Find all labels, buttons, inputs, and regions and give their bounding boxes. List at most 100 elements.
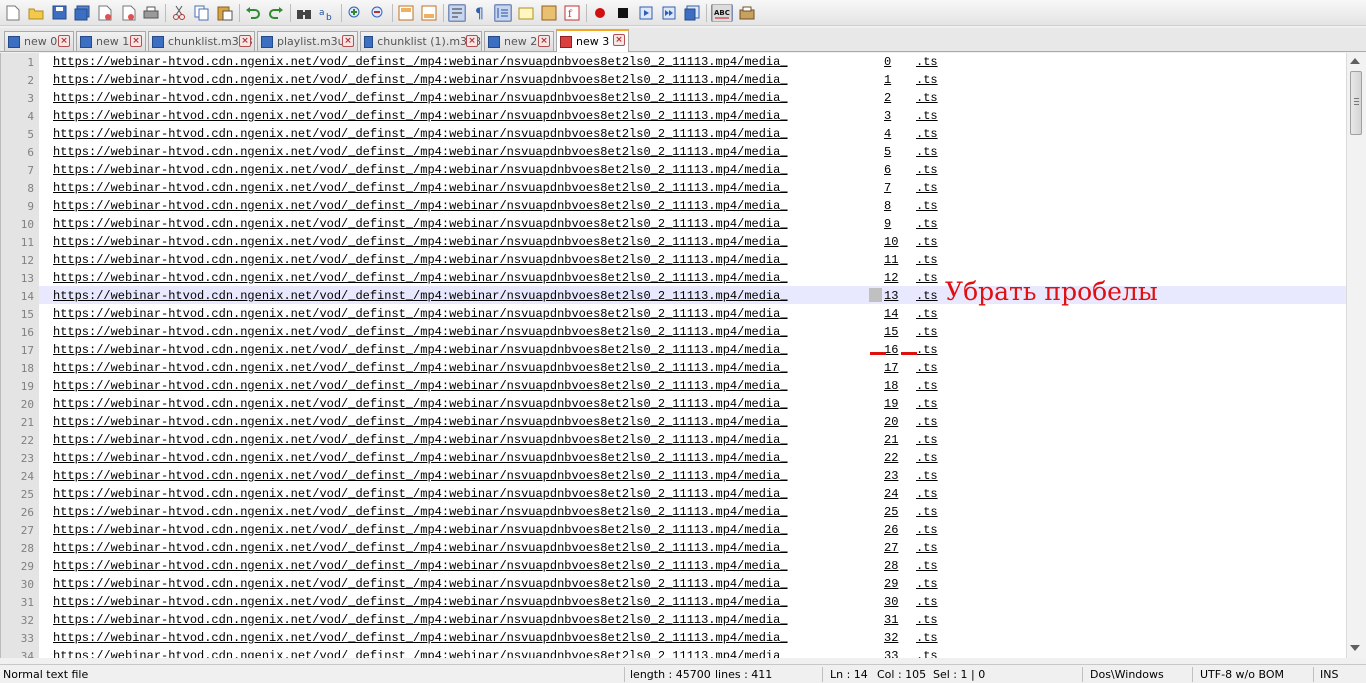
sync-vertical-icon[interactable] bbox=[397, 4, 415, 22]
segment-number: 5 bbox=[884, 145, 892, 159]
tab-close-icon[interactable]: × bbox=[239, 35, 251, 47]
open-file-icon[interactable] bbox=[27, 4, 45, 22]
text-line[interactable]: https://webinar-htvod.cdn.ngenix.net/vod… bbox=[53, 397, 938, 411]
spellcheck-icon[interactable]: ABC bbox=[711, 3, 733, 22]
tab-5[interactable]: new 2 × bbox=[484, 31, 554, 51]
text-line[interactable]: https://webinar-htvod.cdn.ngenix.net/vod… bbox=[53, 505, 938, 519]
line-number: 5 bbox=[27, 128, 34, 141]
scroll-down-arrow[interactable] bbox=[1350, 645, 1360, 651]
replace-icon[interactable]: ab bbox=[318, 4, 336, 22]
print-icon[interactable] bbox=[142, 4, 160, 22]
tab-close-icon[interactable]: × bbox=[130, 35, 142, 47]
text-line[interactable]: https://webinar-htvod.cdn.ngenix.net/vod… bbox=[53, 631, 938, 645]
tab-close-icon[interactable]: × bbox=[58, 35, 70, 47]
undo-icon[interactable] bbox=[244, 4, 262, 22]
text-line[interactable]: https://webinar-htvod.cdn.ngenix.net/vod… bbox=[53, 541, 938, 555]
close-icon[interactable] bbox=[96, 4, 114, 22]
text-line[interactable]: https://webinar-htvod.cdn.ngenix.net/vod… bbox=[53, 91, 938, 105]
save-macro-icon[interactable] bbox=[683, 4, 701, 22]
text-line[interactable]: https://webinar-htvod.cdn.ngenix.net/vod… bbox=[53, 343, 938, 357]
play-macro-icon[interactable] bbox=[637, 4, 655, 22]
tab-3[interactable]: playlist.m3u8 × bbox=[257, 31, 358, 51]
text-line[interactable]: https://webinar-htvod.cdn.ngenix.net/vod… bbox=[53, 253, 938, 267]
file-extension: .ts bbox=[916, 163, 938, 177]
text-line[interactable]: https://webinar-htvod.cdn.ngenix.net/vod… bbox=[53, 145, 938, 159]
plugin-icon[interactable] bbox=[738, 4, 756, 22]
tab-close-icon[interactable]: × bbox=[466, 35, 478, 47]
text-line[interactable]: https://webinar-htvod.cdn.ngenix.net/vod… bbox=[53, 199, 938, 213]
doc-map-icon[interactable] bbox=[540, 4, 558, 22]
indent-guide-icon[interactable] bbox=[494, 3, 512, 22]
line-number-gutter: 1 2 3 4 5 6 7 8 9 10 11 12 13 14 15 16 17 18 19 20 21 22 23 24 2… bbox=[1, 53, 39, 658]
tab-4[interactable]: chunklist (1).m3u8 × bbox=[360, 31, 482, 51]
word-wrap-icon[interactable] bbox=[448, 3, 466, 22]
vertical-scrollbar[interactable] bbox=[1346, 53, 1366, 658]
function-list-icon[interactable]: f bbox=[563, 4, 581, 22]
text-line[interactable]: https://webinar-htvod.cdn.ngenix.net/vod… bbox=[53, 361, 938, 375]
file-extension: .ts bbox=[916, 271, 938, 285]
text-line[interactable]: https://webinar-htvod.cdn.ngenix.net/vod… bbox=[53, 271, 938, 285]
zoom-out-icon[interactable] bbox=[369, 4, 387, 22]
text-line[interactable]: https://webinar-htvod.cdn.ngenix.net/vod… bbox=[53, 109, 938, 123]
segment-number: 19 bbox=[884, 397, 899, 411]
tab-6[interactable]: new 3 × bbox=[556, 29, 629, 52]
text-line[interactable]: https://webinar-htvod.cdn.ngenix.net/vod… bbox=[53, 379, 938, 393]
save-icon[interactable] bbox=[50, 4, 68, 22]
text-line[interactable]: https://webinar-htvod.cdn.ngenix.net/vod… bbox=[53, 469, 938, 483]
text-line[interactable]: https://webinar-htvod.cdn.ngenix.net/vod… bbox=[53, 289, 938, 303]
tab-close-icon[interactable]: × bbox=[613, 34, 625, 46]
url-text: https://webinar-htvod.cdn.ngenix.net/vod… bbox=[53, 217, 788, 231]
text-line[interactable]: https://webinar-htvod.cdn.ngenix.net/vod… bbox=[53, 127, 938, 141]
copy-icon[interactable] bbox=[193, 4, 211, 22]
text-line[interactable]: https://webinar-htvod.cdn.ngenix.net/vod… bbox=[53, 73, 938, 87]
file-extension: .ts bbox=[916, 487, 938, 501]
text-line[interactable]: https://webinar-htvod.cdn.ngenix.net/vod… bbox=[53, 307, 938, 321]
text-line[interactable]: https://webinar-htvod.cdn.ngenix.net/vod… bbox=[53, 55, 938, 69]
text-line[interactable]: https://webinar-htvod.cdn.ngenix.net/vod… bbox=[53, 217, 938, 231]
editor[interactable]: 1 2 3 4 5 6 7 8 9 10 11 12 13 14 15 16 17 18 19 20 21 22 23 24 2… bbox=[0, 53, 1346, 658]
text-line[interactable]: https://webinar-htvod.cdn.ngenix.net/vod… bbox=[53, 163, 938, 177]
tab-close-icon[interactable]: × bbox=[538, 35, 550, 47]
tab-0[interactable]: new 0 × bbox=[4, 31, 74, 51]
text-line[interactable]: https://webinar-htvod.cdn.ngenix.net/vod… bbox=[53, 451, 938, 465]
new-file-icon[interactable] bbox=[4, 4, 22, 22]
close-all-icon[interactable] bbox=[119, 4, 137, 22]
text-line[interactable]: https://webinar-htvod.cdn.ngenix.net/vod… bbox=[53, 613, 938, 627]
zoom-in-icon[interactable] bbox=[346, 4, 364, 22]
segment-number: 8 bbox=[884, 199, 892, 213]
text-line[interactable]: https://webinar-htvod.cdn.ngenix.net/vod… bbox=[53, 181, 938, 195]
record-macro-icon[interactable] bbox=[591, 4, 609, 22]
text-line[interactable]: https://webinar-htvod.cdn.ngenix.net/vod… bbox=[53, 487, 938, 501]
show-all-chars-icon[interactable]: ¶ bbox=[471, 4, 489, 22]
text-line[interactable]: https://webinar-htvod.cdn.ngenix.net/vod… bbox=[53, 649, 938, 658]
cut-icon[interactable] bbox=[170, 4, 188, 22]
svg-text:ABC: ABC bbox=[714, 9, 730, 17]
tab-close-icon[interactable]: × bbox=[342, 35, 354, 47]
sync-horizontal-icon[interactable] bbox=[420, 4, 438, 22]
tab-2[interactable]: chunklist.m3u8 × bbox=[148, 31, 255, 51]
toolbar-separator bbox=[443, 3, 444, 22]
paste-icon[interactable] bbox=[216, 4, 234, 22]
scroll-thumb[interactable] bbox=[1350, 71, 1362, 135]
url-text: https://webinar-htvod.cdn.ngenix.net/vod… bbox=[53, 613, 788, 627]
text-line[interactable]: https://webinar-htvod.cdn.ngenix.net/vod… bbox=[53, 595, 938, 609]
tab-1[interactable]: new 1 × bbox=[76, 31, 146, 51]
segment-number: 26 bbox=[884, 523, 899, 537]
text-line[interactable]: https://webinar-htvod.cdn.ngenix.net/vod… bbox=[53, 415, 938, 429]
status-encoding: UTF-8 w/o BOM bbox=[1200, 668, 1284, 681]
scroll-up-arrow[interactable] bbox=[1350, 58, 1360, 64]
user-lang-icon[interactable] bbox=[517, 4, 535, 22]
line-number: 7 bbox=[27, 164, 34, 177]
text-line[interactable]: https://webinar-htvod.cdn.ngenix.net/vod… bbox=[53, 235, 938, 249]
segment-number: 6 bbox=[884, 163, 892, 177]
stop-record-icon[interactable] bbox=[614, 4, 632, 22]
run-macro-multiple-icon[interactable] bbox=[660, 4, 678, 22]
save-all-icon[interactable] bbox=[73, 4, 91, 22]
text-line[interactable]: https://webinar-htvod.cdn.ngenix.net/vod… bbox=[53, 433, 938, 447]
text-line[interactable]: https://webinar-htvod.cdn.ngenix.net/vod… bbox=[53, 325, 938, 339]
text-line[interactable]: https://webinar-htvod.cdn.ngenix.net/vod… bbox=[53, 559, 938, 573]
text-line[interactable]: https://webinar-htvod.cdn.ngenix.net/vod… bbox=[53, 523, 938, 537]
text-line[interactable]: https://webinar-htvod.cdn.ngenix.net/vod… bbox=[53, 577, 938, 591]
find-icon[interactable] bbox=[295, 4, 313, 22]
redo-icon[interactable] bbox=[267, 4, 285, 22]
